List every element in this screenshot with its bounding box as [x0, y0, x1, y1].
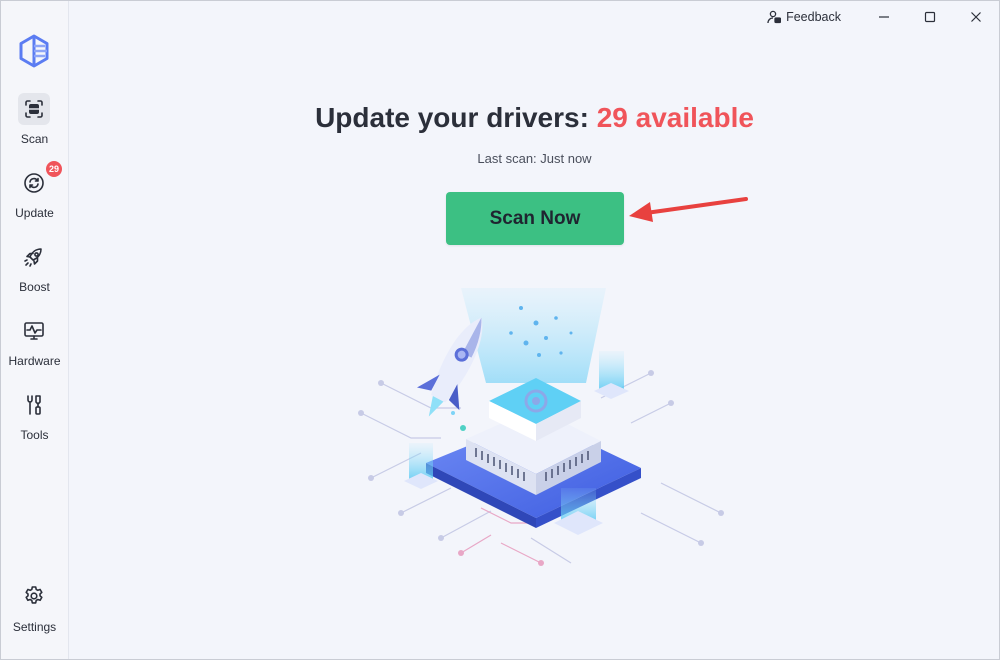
feedback-label: Feedback — [786, 10, 841, 24]
sidebar: Scan 29 Update Boost Hardware Tools Sett… — [1, 1, 69, 659]
sidebar-item-scan[interactable]: Scan — [1, 93, 68, 155]
scan-icon — [18, 93, 50, 125]
sidebar-item-hardware[interactable]: Hardware — [1, 315, 68, 377]
gear-icon — [18, 580, 50, 612]
refresh-icon — [18, 167, 50, 199]
sidebar-item-boost[interactable]: Boost — [1, 241, 68, 303]
sidebar-item-update[interactable]: 29 Update — [1, 161, 68, 229]
feedback-button[interactable]: Feedback — [767, 10, 841, 24]
page-title: Update your drivers: 29 available — [68, 102, 1000, 134]
maximize-button[interactable] — [907, 1, 953, 33]
minimize-icon — [879, 16, 889, 18]
close-icon — [971, 12, 981, 22]
sidebar-item-label: Tools — [20, 428, 49, 442]
sidebar-item-label: Hardware — [8, 354, 61, 368]
sidebar-item-settings[interactable]: Settings — [1, 580, 68, 642]
scan-now-button[interactable]: Scan Now — [446, 192, 624, 245]
minimize-button[interactable] — [861, 1, 907, 33]
monitor-icon — [18, 315, 50, 347]
headline-prefix: Update your drivers: — [315, 102, 597, 133]
available-count: 29 available — [596, 102, 754, 133]
app-logo-icon — [19, 34, 49, 68]
sidebar-item-label: Boost — [19, 280, 50, 294]
update-count-badge: 29 — [46, 161, 62, 177]
close-button[interactable] — [953, 1, 999, 33]
tools-icon — [18, 389, 50, 421]
rocket-icon — [18, 241, 50, 273]
sidebar-item-label: Settings — [12, 620, 57, 634]
last-scan-status: Last scan: Just now — [477, 151, 592, 166]
sidebar-item-label: Update — [15, 206, 54, 220]
scan-illustration — [358, 288, 724, 566]
title-bar: Feedback — [767, 1, 999, 33]
feedback-icon — [767, 10, 782, 24]
maximize-icon — [924, 11, 936, 23]
arrow-pointer-icon — [629, 197, 748, 222]
app-window: Scan 29 Update Boost Hardware Tools Sett… — [0, 0, 1000, 660]
sidebar-item-label: Scan — [20, 132, 49, 146]
sidebar-item-tools[interactable]: Tools — [1, 389, 68, 451]
